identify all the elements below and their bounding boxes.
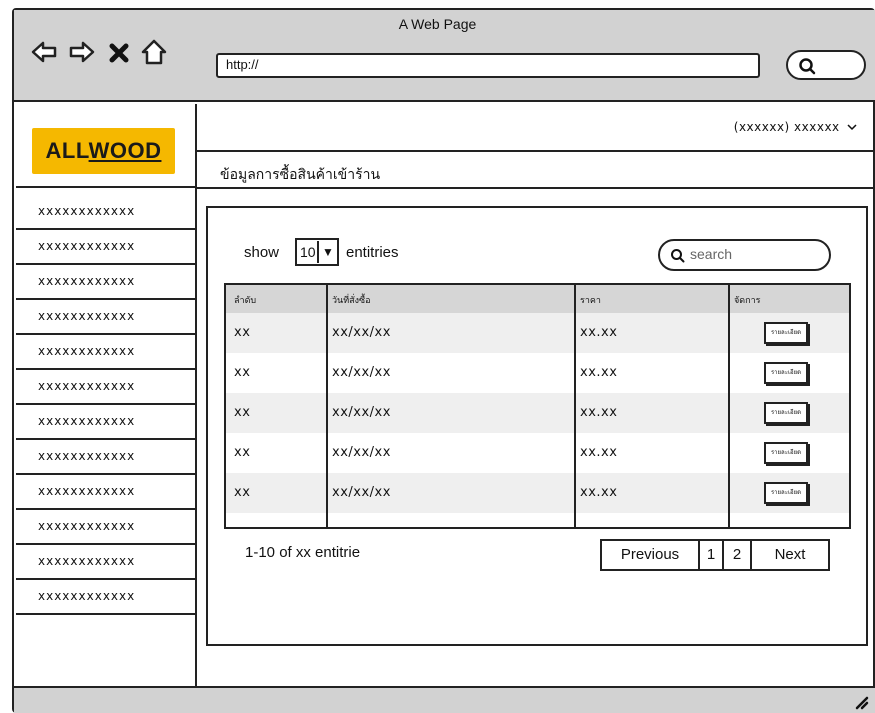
cell-price: xx.xx	[580, 325, 618, 340]
column-header-price: ราคา	[580, 296, 601, 306]
url-input[interactable]: http://	[216, 53, 760, 78]
cell-no: xx	[234, 365, 251, 380]
sidebar-divider	[16, 186, 196, 188]
page-title: ข้อมูลการซื้อสินค้าเข้าร้าน	[220, 167, 381, 183]
next-button[interactable]: Next	[752, 541, 828, 569]
page-size-value: 10	[300, 244, 316, 260]
page-1-button[interactable]: 1	[700, 541, 722, 569]
search-input[interactable]: search	[658, 239, 831, 271]
user-menu-label: (xxxxxx) xxxxxx	[733, 120, 840, 134]
column-header-date: วันที่สั่งซื้อ	[332, 296, 371, 306]
browser-search-button[interactable]	[786, 50, 866, 80]
cell-date: xx/xx/xx	[332, 325, 391, 340]
column-header-action: จัดการ	[734, 296, 761, 306]
table-row: xx xx/xx/xx xx.xx รายละเอียด	[226, 433, 849, 473]
entries-label: entitries	[346, 244, 399, 261]
sidebar-item-4[interactable]: xxxxxxxxxxxx	[16, 301, 196, 335]
table-row: xx xx/xx/xx xx.xx รายละเอียด	[226, 393, 849, 433]
cell-date: xx/xx/xx	[332, 445, 391, 460]
sidebar-item-9[interactable]: xxxxxxxxxxxx	[16, 476, 196, 510]
page-size-select[interactable]: 10 ▼	[295, 238, 339, 266]
table-row: xx xx/xx/xx xx.xx รายละเอียด	[226, 313, 849, 353]
detail-button[interactable]: รายละเอียด	[764, 442, 808, 464]
cell-date: xx/xx/xx	[332, 365, 391, 380]
sidebar-item-3[interactable]: xxxxxxxxxxxx	[16, 266, 196, 300]
chevron-down-icon: ▼	[317, 241, 337, 263]
chevron-down-icon	[847, 124, 857, 131]
column-divider	[574, 285, 576, 527]
table-row: xx xx/xx/xx xx.xx รายละเอียด	[226, 353, 849, 393]
back-arrow-icon[interactable]	[30, 38, 58, 66]
status-bar	[14, 686, 875, 713]
cell-no: xx	[234, 485, 251, 500]
sidebar-item-5[interactable]: xxxxxxxxxxxx	[16, 336, 196, 370]
sidebar-item-7[interactable]: xxxxxxxxxxxx	[16, 406, 196, 440]
page-2-button[interactable]: 2	[724, 541, 750, 569]
cell-price: xx.xx	[580, 405, 618, 420]
search-icon	[671, 249, 685, 263]
sidebar-item-1[interactable]: xxxxxxxxxxxx	[16, 196, 196, 230]
close-icon[interactable]	[107, 41, 131, 65]
brand-logo[interactable]: ALLWOOD	[32, 128, 175, 174]
user-menu[interactable]: (xxxxxx) xxxxxx	[734, 120, 857, 134]
cell-no: xx	[234, 405, 251, 420]
data-table: ลำดับ วันที่สั่งซื้อ ราคา จัดการ xx xx/x…	[224, 283, 851, 529]
column-divider	[728, 285, 730, 527]
search-icon	[799, 58, 816, 75]
detail-button[interactable]: รายละเอียด	[764, 402, 808, 424]
search-placeholder: search	[690, 246, 733, 262]
pagination: Previous 1 2 Next	[600, 539, 830, 571]
window-title: A Web Page	[398, 16, 477, 32]
sidebar-item-2[interactable]: xxxxxxxxxxxx	[16, 231, 196, 265]
resize-grip-icon[interactable]	[851, 692, 869, 710]
cell-price: xx.xx	[580, 445, 618, 460]
detail-button[interactable]: รายละเอียด	[764, 482, 808, 504]
cell-no: xx	[234, 445, 251, 460]
sidebar-item-11[interactable]: xxxxxxxxxxxx	[16, 546, 196, 580]
sidebar-item-10[interactable]: xxxxxxxxxxxx	[16, 511, 196, 545]
table-row: xx xx/xx/xx xx.xx รายละเอียด	[226, 473, 849, 513]
forward-arrow-icon[interactable]	[68, 38, 96, 66]
section-divider	[197, 187, 875, 189]
table-info: 1-10 of xx entitrie	[245, 544, 361, 561]
sidebar-item-12[interactable]: xxxxxxxxxxxx	[16, 581, 196, 615]
cell-date: xx/xx/xx	[332, 485, 391, 500]
cell-date: xx/xx/xx	[332, 405, 391, 420]
cell-no: xx	[234, 325, 251, 340]
detail-button[interactable]: รายละเอียด	[764, 362, 808, 384]
detail-button[interactable]: รายละเอียด	[764, 322, 808, 344]
previous-button[interactable]: Previous	[602, 541, 698, 569]
cell-price: xx.xx	[580, 365, 618, 380]
home-icon[interactable]	[140, 38, 168, 66]
show-label: show	[244, 244, 280, 261]
sidebar-item-8[interactable]: xxxxxxxxxxxx	[16, 441, 196, 475]
cell-price: xx.xx	[580, 485, 618, 500]
sidebar-item-6[interactable]: xxxxxxxxxxxx	[16, 371, 196, 405]
column-divider	[326, 285, 328, 527]
column-header-no: ลำดับ	[234, 296, 257, 306]
